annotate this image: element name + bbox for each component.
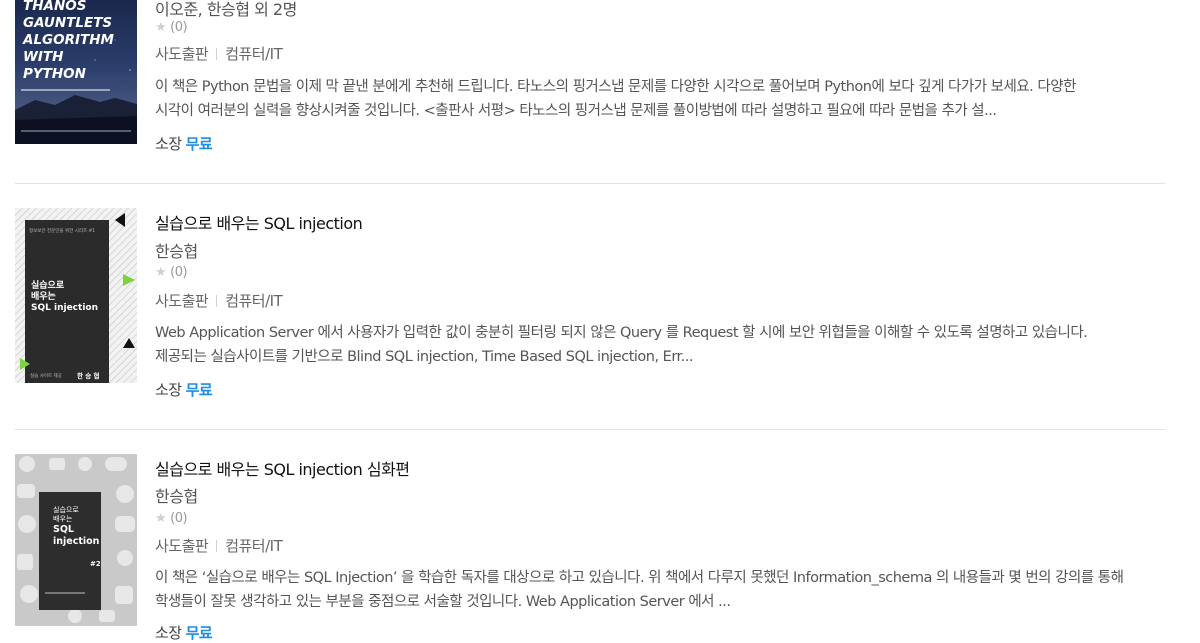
book-cover-title: 실습으로 배우는 SQL injection: [31, 281, 98, 313]
book-list-item: THANOS GAUNTLETS ALGORITHM WITH PYTHON 이…: [15, 0, 1165, 153]
book-description[interactable]: 이 책은 ‘실습으로 배우는 SQL Injection’ 을 학습한 독자를 …: [155, 566, 1165, 614]
meta-separator: [216, 295, 218, 307]
book-title[interactable]: 실습으로 배우는 SQL injection: [155, 210, 363, 234]
list-divider: [15, 429, 1165, 430]
book-description[interactable]: 이 책은 Python 문법을 이제 막 끝낸 분에게 추천해 드립니다. 타노…: [155, 75, 1165, 123]
price-free[interactable]: 무료: [186, 381, 213, 399]
book-publisher[interactable]: 사도출판: [155, 292, 209, 310]
book-rating: ★ (0): [155, 20, 188, 35]
book-list-item: 실습으로 배우는 SQL injection #2 실습으로 배우는 SQL i…: [15, 454, 1165, 642]
book-title[interactable]: 실습으로 배우는 SQL injection 심화편: [155, 456, 410, 480]
book-cover-title: THANOS GAUNTLETS ALGORITHM WITH PYTHON: [23, 0, 114, 82]
book-price: 소장 무료: [155, 624, 213, 642]
book-cover-badge: #2: [90, 560, 101, 568]
star-icon: ★: [155, 265, 167, 280]
book-info: 이오준, 한승협 외 2명 ★ (0) 사도출판 컴퓨터/IT 이 책은 Pytho…: [155, 0, 1165, 153]
book-cover-series: 정보보안 전문인을 위한 시리즈 #1: [29, 229, 96, 234]
book-author[interactable]: 이오준, 한승협 외 2명: [155, 0, 297, 20]
book-price: 소장 무료: [155, 381, 213, 399]
book-info: 실습으로 배우는 SQL injection 한승협 ★ (0) 사도출판 컴퓨터/…: [155, 208, 1165, 418]
book-cover[interactable]: THANOS GAUNTLETS ALGORITHM WITH PYTHON: [15, 0, 137, 144]
book-cover[interactable]: 정보보안 전문인을 위한 시리즈 #1 실습으로 배우는 SQL injecti…: [15, 208, 137, 383]
book-author[interactable]: 한승협: [155, 238, 198, 262]
book-rating: ★ (0): [155, 511, 188, 526]
book-info: 실습으로 배우는 SQL injection 심화편 한승협 ★ (0) 사도출판…: [155, 454, 1165, 642]
book-publisher[interactable]: 사도출판: [155, 45, 209, 63]
star-icon: ★: [155, 20, 167, 35]
book-description[interactable]: Web Application Server 에서 사용자가 입력한 값이 충분…: [155, 321, 1165, 369]
book-list-item: 정보보안 전문인을 위한 시리즈 #1 실습으로 배우는 SQL injecti…: [15, 208, 1165, 418]
price-free[interactable]: 무료: [186, 135, 213, 153]
book-meta: 사도출판 컴퓨터/IT: [155, 43, 283, 64]
book-price: 소장 무료: [155, 135, 213, 153]
book-cover-author: 한 승 협: [77, 372, 100, 380]
star-icon: ★: [155, 511, 167, 526]
book-category[interactable]: 컴퓨터/IT: [225, 45, 283, 63]
book-meta: 사도출판 컴퓨터/IT: [155, 290, 283, 311]
book-category[interactable]: 컴퓨터/IT: [225, 292, 283, 310]
meta-separator: [216, 48, 218, 60]
book-category[interactable]: 컴퓨터/IT: [225, 537, 283, 555]
meta-separator: [216, 540, 218, 552]
book-cover[interactable]: 실습으로 배우는 SQL injection #2: [15, 454, 137, 626]
book-rating: ★ (0): [155, 265, 188, 280]
book-author[interactable]: 한승협: [155, 483, 198, 507]
list-divider: [15, 183, 1165, 184]
book-meta: 사도출판 컴퓨터/IT: [155, 535, 283, 556]
price-free[interactable]: 무료: [186, 624, 213, 642]
book-cover-tagline: 실습 사이트 제공: [30, 374, 62, 379]
book-cover-title: 실습으로 배우는 SQL injection: [53, 506, 100, 547]
book-publisher[interactable]: 사도출판: [155, 537, 209, 555]
